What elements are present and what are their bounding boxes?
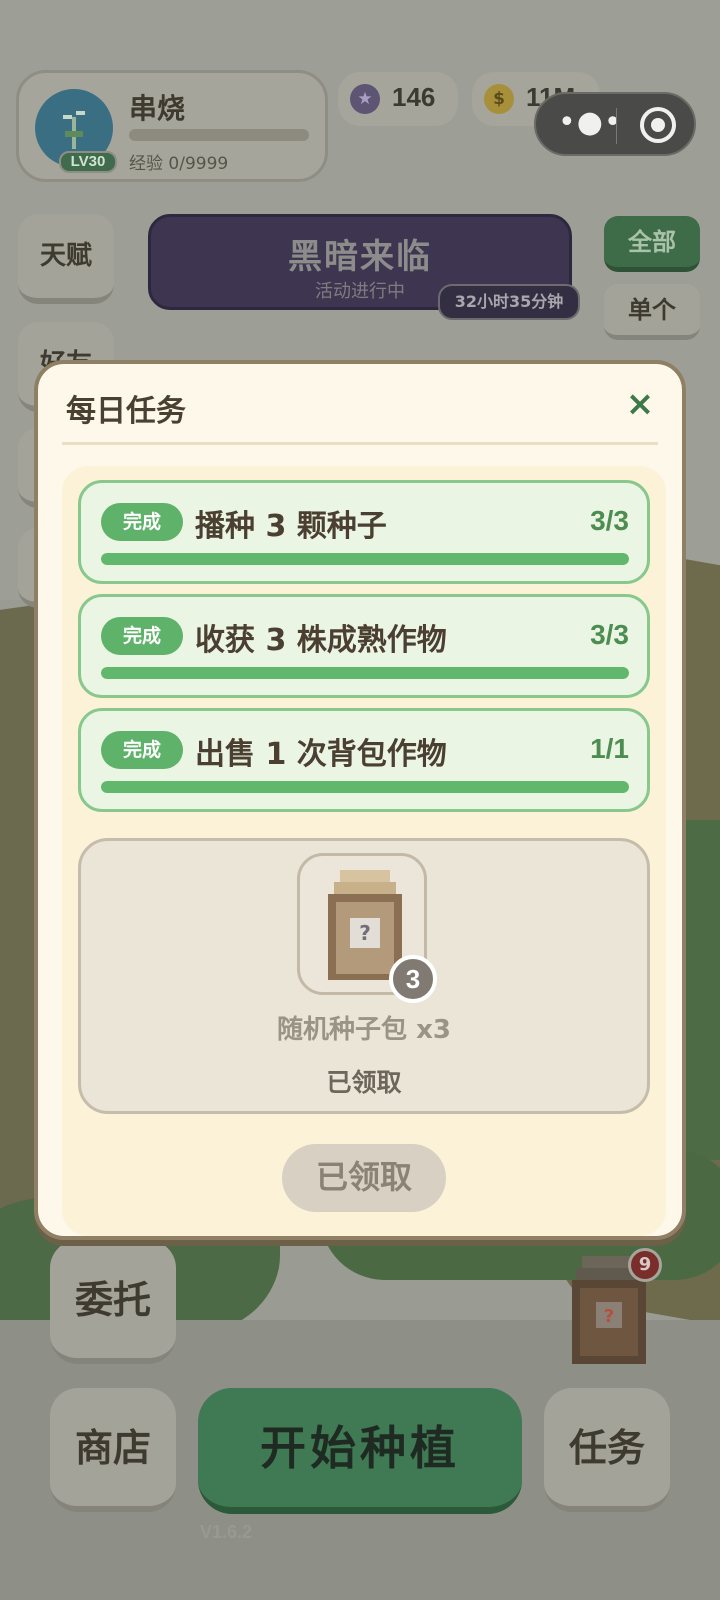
more-dots-icon[interactable]: •●• xyxy=(558,108,622,140)
reward-quantity-badge: 3 xyxy=(389,955,437,1003)
task-complete-badge: 完成 xyxy=(101,503,183,541)
task-row: 完成 播种 3 颗种子 3/3 xyxy=(78,480,650,584)
close-icon[interactable]: × xyxy=(618,382,662,426)
task-name: 播种 3 颗种子 xyxy=(195,509,387,544)
capsule-divider xyxy=(616,108,617,144)
shop-button[interactable]: 商店 xyxy=(50,1388,176,1512)
gem-value: 146 xyxy=(392,82,436,112)
event-title: 黑暗来临 xyxy=(288,237,432,277)
player-name: 串烧 xyxy=(129,92,186,125)
filter-all-button[interactable]: 全部 xyxy=(604,216,700,272)
crate-count-badge: 9 xyxy=(628,1248,662,1282)
task-complete-badge: 完成 xyxy=(101,617,183,655)
target-icon[interactable] xyxy=(640,107,676,143)
task-count: 1/1 xyxy=(590,733,629,764)
sprout-icon xyxy=(63,111,85,149)
svg-text:?: ? xyxy=(359,921,371,945)
claim-button[interactable]: 已领取 xyxy=(282,1144,446,1212)
task-name: 出售 1 次背包作物 xyxy=(195,737,447,772)
start-planting-button[interactable]: 开始种植 xyxy=(198,1388,522,1514)
exp-bar xyxy=(129,129,309,141)
filter-single-button[interactable]: 单个 xyxy=(604,284,700,340)
exp-text: 经验 0/9999 xyxy=(129,154,229,174)
reward-panel: ? 3 随机种子包 x3 已领取 xyxy=(78,838,650,1114)
task-name: 收获 3 株成熟作物 xyxy=(195,623,447,658)
dialog-divider xyxy=(62,442,658,445)
player-profile-card[interactable]: LV30 串烧 经验 0/9999 xyxy=(16,70,328,182)
star-gem-icon: ★ xyxy=(350,84,380,114)
tasks-button[interactable]: 任务 xyxy=(544,1388,670,1512)
seed-pack-icon: ? xyxy=(328,870,402,980)
level-badge: LV30 xyxy=(59,151,117,173)
task-complete-badge: 完成 xyxy=(101,731,183,769)
task-row: 完成 出售 1 次背包作物 1/1 xyxy=(78,708,650,812)
task-progress-bar xyxy=(101,781,629,793)
task-progress-fill xyxy=(101,667,629,679)
entrust-button[interactable]: 委托 xyxy=(50,1240,176,1364)
event-timer: 32小时35分钟 xyxy=(438,284,580,320)
task-progress-fill xyxy=(101,781,629,793)
dialog-body: 完成 播种 3 颗种子 3/3 完成 收获 3 株成熟作物 3/3 完成 出售 … xyxy=(62,466,666,1236)
task-count: 3/3 xyxy=(590,619,629,650)
task-progress-bar xyxy=(101,553,629,565)
talent-button[interactable]: 天赋 xyxy=(18,214,114,304)
task-count: 3/3 xyxy=(590,505,629,536)
reward-name: 随机种子包 x3 xyxy=(277,1015,451,1045)
gem-counter[interactable]: ★ 146 xyxy=(338,72,458,126)
daily-tasks-dialog: 每日任务 × 完成 播种 3 颗种子 3/3 完成 收获 3 株成熟作物 3/3… xyxy=(34,360,686,1240)
task-row: 完成 收获 3 株成熟作物 3/3 xyxy=(78,594,650,698)
task-progress-fill xyxy=(101,553,629,565)
svg-text:?: ? xyxy=(604,1306,614,1327)
dialog-title: 每日任务 xyxy=(66,394,186,429)
version-label: V1.6.2 xyxy=(200,1522,253,1542)
reward-status: 已领取 xyxy=(326,1068,402,1097)
miniprogram-capsule: •●• xyxy=(534,92,696,156)
task-progress-bar xyxy=(101,667,629,679)
coin-icon: $ xyxy=(484,84,514,114)
